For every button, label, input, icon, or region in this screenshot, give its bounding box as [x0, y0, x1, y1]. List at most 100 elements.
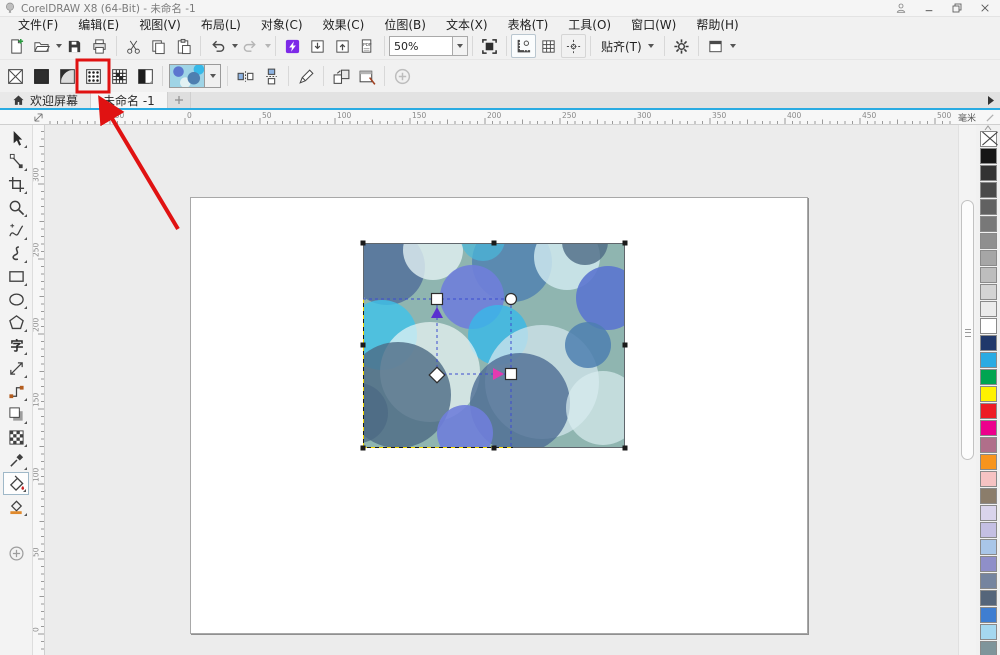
swatch-616161[interactable] — [980, 199, 997, 215]
swatch-a6a6a6[interactable] — [980, 250, 997, 266]
window-layout-dropdown[interactable] — [730, 44, 736, 48]
snap-to-button[interactable]: 贴齐(T) — [595, 34, 660, 58]
undo-button[interactable] — [205, 34, 230, 58]
show-rulers-button[interactable] — [511, 34, 536, 58]
ruler-origin[interactable] — [0, 110, 45, 124]
menu-item-10[interactable]: 工具(O) — [558, 17, 621, 33]
mirror-vertical-button[interactable] — [258, 63, 284, 89]
fullscreen-preview-button[interactable] — [477, 34, 502, 58]
swatch-787878[interactable] — [980, 216, 997, 232]
interactive-fill-tool[interactable] — [3, 472, 29, 495]
print-button[interactable] — [87, 34, 112, 58]
fill-bitmap-pattern-button[interactable] — [106, 63, 132, 89]
swatch-4a4a4a[interactable] — [980, 182, 997, 198]
customize-tool[interactable] — [3, 542, 29, 565]
embed-fill-button[interactable] — [354, 63, 380, 89]
export-button[interactable] — [330, 34, 355, 58]
pick-tool[interactable] — [3, 127, 29, 150]
selection-handle[interactable] — [492, 446, 497, 451]
zoom-level-dropdown[interactable] — [453, 36, 468, 56]
add-fill-button[interactable] — [389, 63, 415, 89]
menu-item-8[interactable]: 文本(X) — [436, 17, 498, 33]
redo-dropdown[interactable] — [265, 44, 271, 48]
cut-button[interactable] — [121, 34, 146, 58]
swatch-d9d4ec[interactable] — [980, 505, 997, 521]
new-document-button[interactable] — [4, 34, 29, 58]
selection-handle[interactable] — [361, 343, 366, 348]
fill-picker-dropdown[interactable] — [205, 64, 221, 88]
swatch-7f959b[interactable] — [980, 641, 997, 655]
selection-handle[interactable] — [361, 241, 366, 246]
menu-item-12[interactable]: 帮助(H) — [686, 17, 748, 33]
tab-welcome[interactable]: 欢迎屏幕 — [0, 92, 91, 108]
paste-button[interactable] — [171, 34, 196, 58]
edit-fill-button[interactable] — [293, 63, 319, 89]
zoom-tool[interactable] — [3, 196, 29, 219]
fill-fountain-button[interactable] — [54, 63, 80, 89]
text-tool[interactable]: 字 — [3, 334, 29, 357]
swatch-75849f[interactable] — [980, 573, 997, 589]
save-button[interactable] — [62, 34, 87, 58]
connect-button[interactable] — [280, 34, 305, 58]
horizontal-ruler[interactable]: -50050100150200250300350400450500 — [45, 110, 952, 124]
import-button[interactable] — [305, 34, 330, 58]
menu-item-4[interactable]: 布局(L) — [191, 17, 251, 33]
pattern-filled-object[interactable] — [357, 237, 631, 454]
show-grid-button[interactable] — [536, 34, 561, 58]
swatch-f7941d[interactable] — [980, 454, 997, 470]
transparency-tool[interactable] — [3, 426, 29, 449]
swatch-151515[interactable] — [980, 148, 997, 164]
swatch-ed1c24[interactable] — [980, 403, 997, 419]
minimize-button[interactable] — [916, 1, 942, 16]
swatch-a5d8f0[interactable] — [980, 624, 997, 640]
swatch-ffffff[interactable] — [980, 318, 997, 334]
menu-item-11[interactable]: 窗口(W) — [621, 17, 686, 33]
rectangle-tool[interactable] — [3, 265, 29, 288]
artistic-media-tool[interactable] — [3, 242, 29, 265]
open-button[interactable] — [29, 34, 54, 58]
pattern-handle-right-square[interactable] — [506, 369, 517, 380]
crop-tool[interactable] — [3, 173, 29, 196]
mirror-horizontal-button[interactable] — [232, 63, 258, 89]
selection-handle[interactable] — [623, 241, 628, 246]
polygon-tool[interactable] — [3, 311, 29, 334]
copy-button[interactable] — [146, 34, 171, 58]
close-button[interactable] — [972, 1, 998, 16]
swatch-bdbdbd[interactable] — [980, 267, 997, 283]
swatch-55657a[interactable] — [980, 590, 997, 606]
swatch-8f8f8f[interactable] — [980, 233, 997, 249]
drop-shadow-tool[interactable] — [3, 403, 29, 426]
parallel-dimension-tool[interactable] — [3, 357, 29, 380]
swatch-a9c6e8[interactable] — [980, 539, 997, 555]
fill-uniform-button[interactable] — [28, 63, 54, 89]
restore-button[interactable] — [944, 1, 970, 16]
selection-handle[interactable] — [623, 446, 628, 451]
color-eyedropper-tool[interactable] — [3, 449, 29, 472]
vertical-scrollbar-thumb[interactable] — [961, 200, 974, 460]
swatch-d4d4d4[interactable] — [980, 284, 997, 300]
pattern-handle-top-square[interactable] — [432, 294, 443, 305]
vertical-ruler[interactable]: 300250200150100500 — [33, 125, 45, 655]
vertical-scrollbar[interactable] — [958, 125, 976, 655]
zoom-level-combo[interactable]: 50% — [389, 36, 453, 56]
shape-tool[interactable] — [3, 150, 29, 173]
window-layout-button[interactable] — [703, 34, 728, 58]
redo-button[interactable] — [238, 34, 263, 58]
show-guidelines-button[interactable] — [561, 34, 586, 58]
selection-handle[interactable] — [361, 446, 366, 451]
freehand-tool[interactable] — [3, 219, 29, 242]
tab-document[interactable]: 未命名 -1 — [91, 92, 168, 108]
smart-fill-tool[interactable] — [3, 495, 29, 518]
menu-item-9[interactable]: 表格(T) — [498, 17, 559, 33]
copy-fill-button[interactable] — [328, 63, 354, 89]
drawing-canvas[interactable] — [45, 125, 958, 655]
swatch-3f7ed1[interactable] — [980, 607, 997, 623]
swatch-ebebeb[interactable] — [980, 301, 997, 317]
swatch-2aabe2[interactable] — [980, 352, 997, 368]
swatch-fff200[interactable] — [980, 386, 997, 402]
swatch-b06f8a[interactable] — [980, 437, 997, 453]
menu-item-3[interactable]: 视图(V) — [129, 17, 191, 33]
ellipse-tool[interactable] — [3, 288, 29, 311]
swatch-8b7d6b[interactable] — [980, 488, 997, 504]
connector-tool[interactable] — [3, 380, 29, 403]
